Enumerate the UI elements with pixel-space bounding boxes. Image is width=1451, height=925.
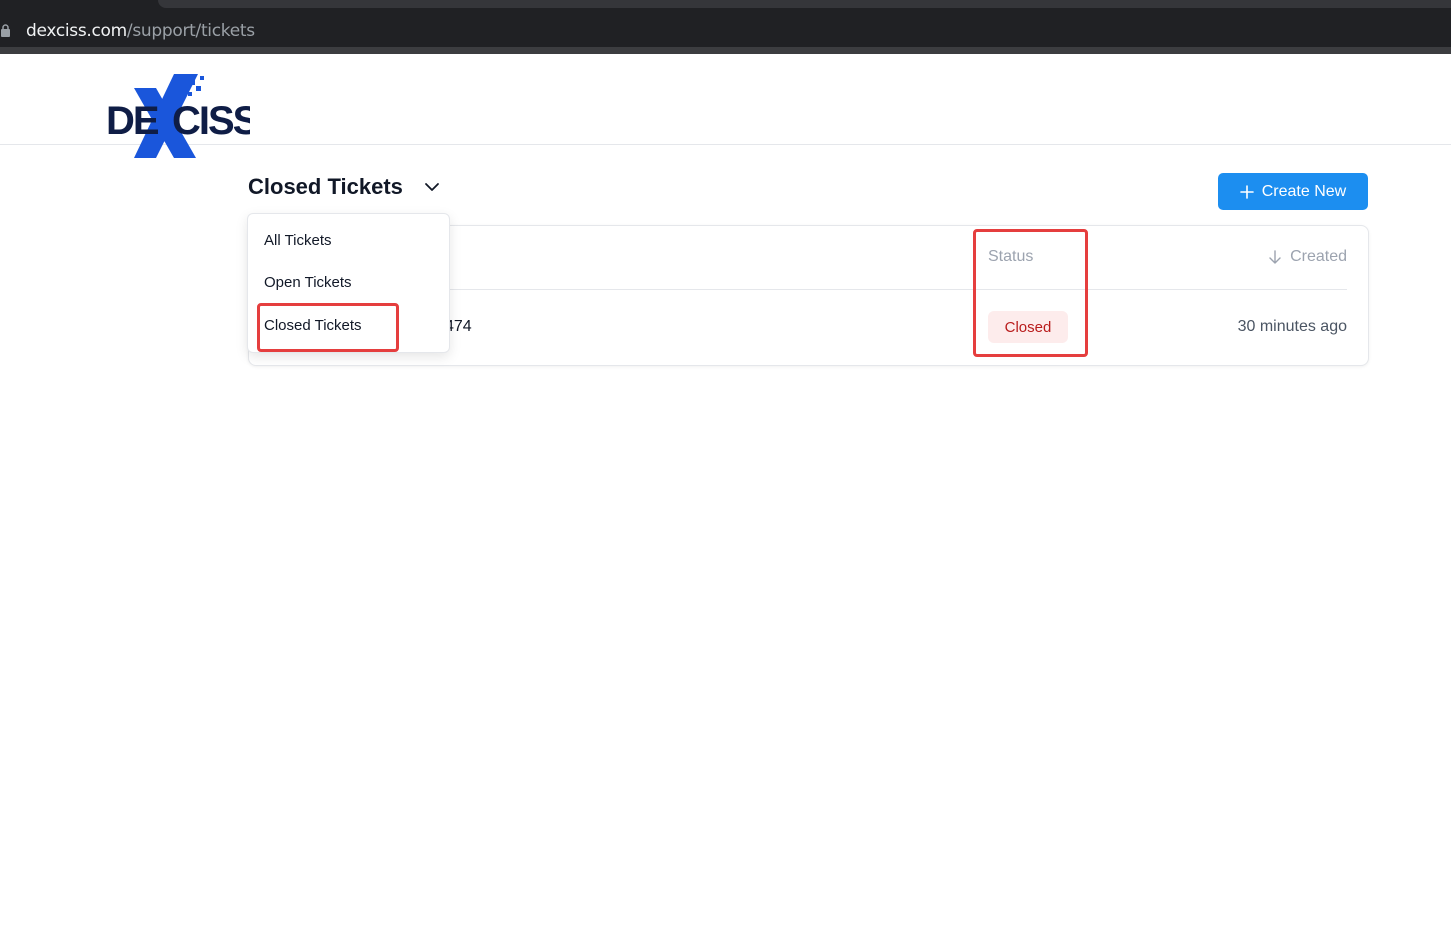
column-header-created[interactable]: Created (1268, 248, 1347, 266)
svg-text:DE: DE (106, 99, 159, 143)
browser-toolbar-edge (0, 47, 1451, 54)
plus-icon (1239, 184, 1254, 199)
create-new-button[interactable]: Create New (1218, 173, 1368, 210)
created-time: 30 minutes ago (1237, 318, 1347, 335)
url-path: /support/tickets (126, 21, 255, 41)
svg-text:CISS: CISS (172, 99, 250, 143)
created-header-label: Created (1290, 248, 1347, 265)
browser-tab-strip (158, 0, 1451, 8)
dexciss-logo[interactable]: DE CISS (104, 72, 250, 162)
url-host: dexciss.com (26, 21, 127, 41)
lock-icon (1, 24, 10, 37)
address-bar[interactable]: dexciss.com/support/tickets (26, 20, 255, 42)
create-new-label: Create New (1261, 182, 1347, 200)
arrow-down-icon (1269, 250, 1281, 264)
menu-item-all-tickets[interactable]: All Tickets (264, 232, 332, 249)
highlight-status-column (973, 229, 1088, 357)
highlight-closed-tickets-item (257, 303, 399, 352)
browser-chrome: dexciss.com/support/tickets (0, 0, 1451, 54)
chevron-down-icon[interactable] (424, 180, 440, 194)
page-title[interactable]: Closed Tickets (248, 174, 403, 200)
menu-item-open-tickets[interactable]: Open Tickets (264, 274, 352, 291)
